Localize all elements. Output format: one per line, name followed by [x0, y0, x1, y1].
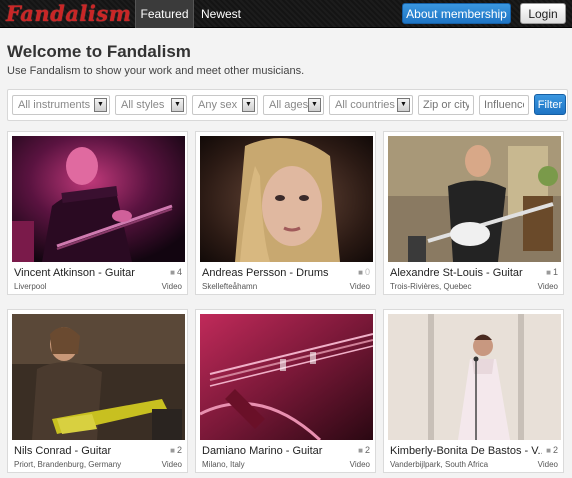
card-title[interactable]: Vincent Atkinson - Guitar	[14, 267, 166, 279]
style-select[interactable]: All styles ▼	[115, 95, 187, 115]
card-location: Skellefteåhamn	[202, 282, 258, 291]
tab-featured[interactable]: Featured	[135, 0, 194, 28]
chevron-down-icon: ▼	[308, 98, 321, 112]
card-title[interactable]: Alexandre St-Louis - Guitar	[390, 267, 542, 279]
fandalism-logo[interactable]: Fandalism	[6, 1, 131, 26]
chevron-down-icon: ▼	[171, 98, 184, 112]
comment-count: ■ 0	[358, 267, 370, 277]
comment-count: ■ 1	[546, 267, 558, 277]
chevron-down-icon: ▼	[242, 98, 255, 112]
age-select[interactable]: All ages ▼	[263, 95, 324, 115]
card-location: Liverpool	[14, 282, 47, 291]
comment-bubble-icon: ■	[546, 446, 551, 455]
musician-card[interactable]: Damiano Marino - Guitar Milano, Italy ■ 2…	[195, 309, 376, 473]
musician-card[interactable]: Nils Conrad - Guitar Priort, Brandenburg…	[7, 309, 188, 473]
filter-button[interactable]: Filter	[534, 94, 566, 115]
video-thumbnail[interactable]	[388, 136, 561, 262]
style-select-value: All styles	[121, 99, 165, 111]
card-location: Trois-Rivières, Quebec	[390, 282, 472, 291]
age-select-value: All ages	[269, 99, 309, 111]
card-title[interactable]: Nils Conrad - Guitar	[14, 445, 166, 457]
influence-input[interactable]	[479, 95, 529, 115]
video-thumbnail[interactable]	[12, 136, 185, 262]
musician-card[interactable]: Kimberly-Bonita De Bastos - V... Vanderb…	[383, 309, 564, 473]
video-thumbnail[interactable]	[200, 314, 373, 440]
page-subtitle: Use Fandalism to show your work and meet…	[7, 65, 305, 77]
country-select-value: All countries	[335, 99, 395, 111]
chevron-down-icon: ▼	[397, 98, 410, 112]
card-title[interactable]: Kimberly-Bonita De Bastos - V...	[390, 445, 542, 457]
filter-bar: All instruments ▼ All styles ▼ Any sex ▼…	[7, 89, 568, 121]
country-select[interactable]: All countries ▼	[329, 95, 413, 115]
musician-card[interactable]: Vincent Atkinson - Guitar Liverpool ■ 4 V…	[7, 131, 188, 295]
comment-count: ■ 4	[170, 267, 182, 277]
comment-bubble-icon: ■	[358, 446, 363, 455]
instrument-select-value: All instruments	[18, 99, 91, 111]
sex-select-value: Any sex	[198, 99, 238, 111]
comment-count: ■ 2	[546, 445, 558, 455]
card-location: Vanderbijlpark, South Africa	[390, 460, 489, 469]
comment-bubble-icon: ■	[546, 268, 551, 277]
video-thumbnail[interactable]	[200, 136, 373, 262]
chevron-down-icon: ▼	[94, 98, 107, 112]
card-media-type: Video	[349, 460, 370, 469]
card-media-type: Video	[537, 282, 558, 291]
musician-card[interactable]: Alexandre St-Louis - Guitar Trois-Rivièr…	[383, 131, 564, 295]
card-media-type: Video	[161, 460, 182, 469]
comment-bubble-icon: ■	[170, 446, 175, 455]
login-button[interactable]: Login	[520, 3, 566, 24]
card-media-type: Video	[537, 460, 558, 469]
card-location: Priort, Brandenburg, Germany	[14, 460, 122, 469]
video-thumbnail[interactable]	[12, 314, 185, 440]
card-location: Milano, Italy	[202, 460, 245, 469]
video-thumbnail[interactable]	[388, 314, 561, 440]
comment-count: ■ 2	[358, 445, 370, 455]
top-bar: Fandalism Featured Newest About membersh…	[0, 0, 572, 28]
page-title: Welcome to Fandalism	[7, 42, 191, 61]
card-title[interactable]: Damiano Marino - Guitar	[202, 445, 354, 457]
sex-select[interactable]: Any sex ▼	[192, 95, 258, 115]
about-membership-button[interactable]: About membership	[402, 3, 511, 24]
card-media-type: Video	[161, 282, 182, 291]
comment-count: ■ 2	[170, 445, 182, 455]
card-media-type: Video	[349, 282, 370, 291]
comment-bubble-icon: ■	[170, 268, 175, 277]
musician-card[interactable]: Andreas Persson - Drums Skellefteåhamn ■…	[195, 131, 376, 295]
instrument-select[interactable]: All instruments ▼	[12, 95, 110, 115]
comment-bubble-icon: ■	[358, 268, 363, 277]
card-title[interactable]: Andreas Persson - Drums	[202, 267, 354, 279]
tab-newest[interactable]: Newest	[195, 0, 247, 28]
zip-city-input[interactable]	[418, 95, 474, 115]
